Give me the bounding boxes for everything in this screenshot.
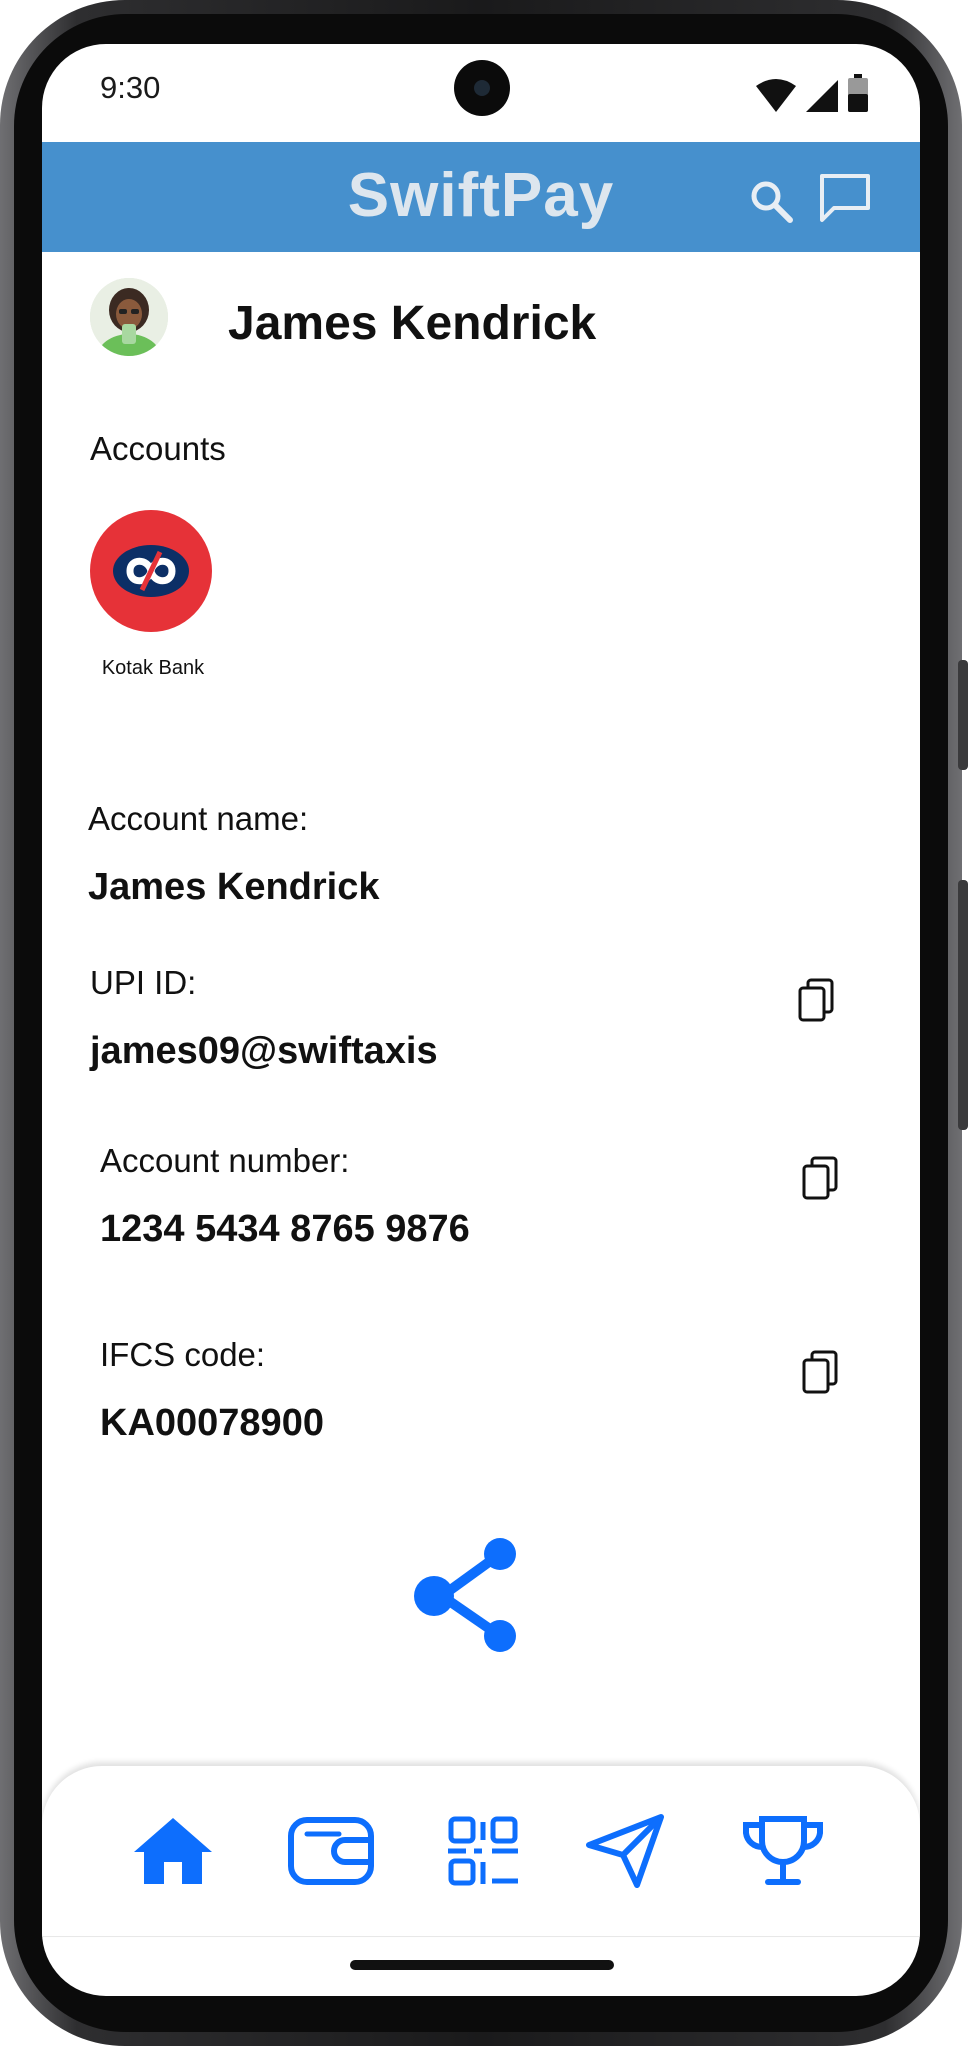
trophy-icon	[743, 1816, 823, 1885]
ifsc-label: IFCS code:	[100, 1336, 266, 1373]
avatar-illustration	[90, 278, 168, 356]
search-icon[interactable]	[748, 178, 794, 224]
copy-ifsc-icon[interactable]	[800, 1350, 840, 1396]
bank-name: Kotak Bank	[101, 657, 205, 679]
copy-account-number-icon[interactable]	[800, 1156, 840, 1202]
chat-icon[interactable]	[818, 172, 872, 224]
account-number-label: Account number:	[100, 1142, 350, 1179]
home-indicator[interactable]	[350, 1960, 614, 1970]
send-icon	[586, 1814, 664, 1888]
account-name-label: Account name:	[88, 800, 309, 837]
nav-scan[interactable]	[438, 1806, 528, 1896]
user-name: James Kendrick	[228, 297, 597, 350]
bank-logo-kotak[interactable]	[90, 510, 212, 632]
phone-screen: 9:30 SwiftPay James Kendrick Accounts Ko…	[42, 44, 920, 1996]
nav-wallet[interactable]	[286, 1806, 376, 1896]
account-name-value: James Kendrick	[88, 866, 380, 908]
front-camera	[454, 60, 510, 116]
signal-icon	[806, 80, 838, 112]
side-button-power	[958, 660, 968, 770]
avatar[interactable]	[90, 278, 168, 356]
upi-label: UPI ID:	[90, 964, 197, 1001]
nav-send[interactable]	[580, 1806, 670, 1896]
wifi-icon	[756, 79, 796, 112]
share-icon[interactable]	[414, 1538, 526, 1658]
side-button-volume	[958, 880, 968, 1130]
status-icons	[756, 74, 868, 112]
copy-upi-icon[interactable]	[796, 978, 836, 1024]
bottom-nav	[42, 1766, 920, 1937]
home-icon	[134, 1818, 212, 1884]
kotak-logo-icon	[113, 545, 189, 597]
nav-home[interactable]	[128, 1806, 218, 1896]
wallet-icon	[288, 1817, 374, 1885]
account-number-value: 1234 5434 8765 9876	[100, 1208, 470, 1250]
qr-scan-icon	[448, 1816, 518, 1886]
upi-value: james09@swiftaxis	[90, 1030, 438, 1072]
status-time: 9:30	[100, 70, 161, 105]
accounts-label: Accounts	[90, 430, 226, 467]
battery-icon	[848, 74, 868, 112]
ifsc-value: KA00078900	[100, 1402, 324, 1444]
nav-rewards[interactable]	[738, 1806, 828, 1896]
app-header: SwiftPay	[42, 142, 920, 252]
